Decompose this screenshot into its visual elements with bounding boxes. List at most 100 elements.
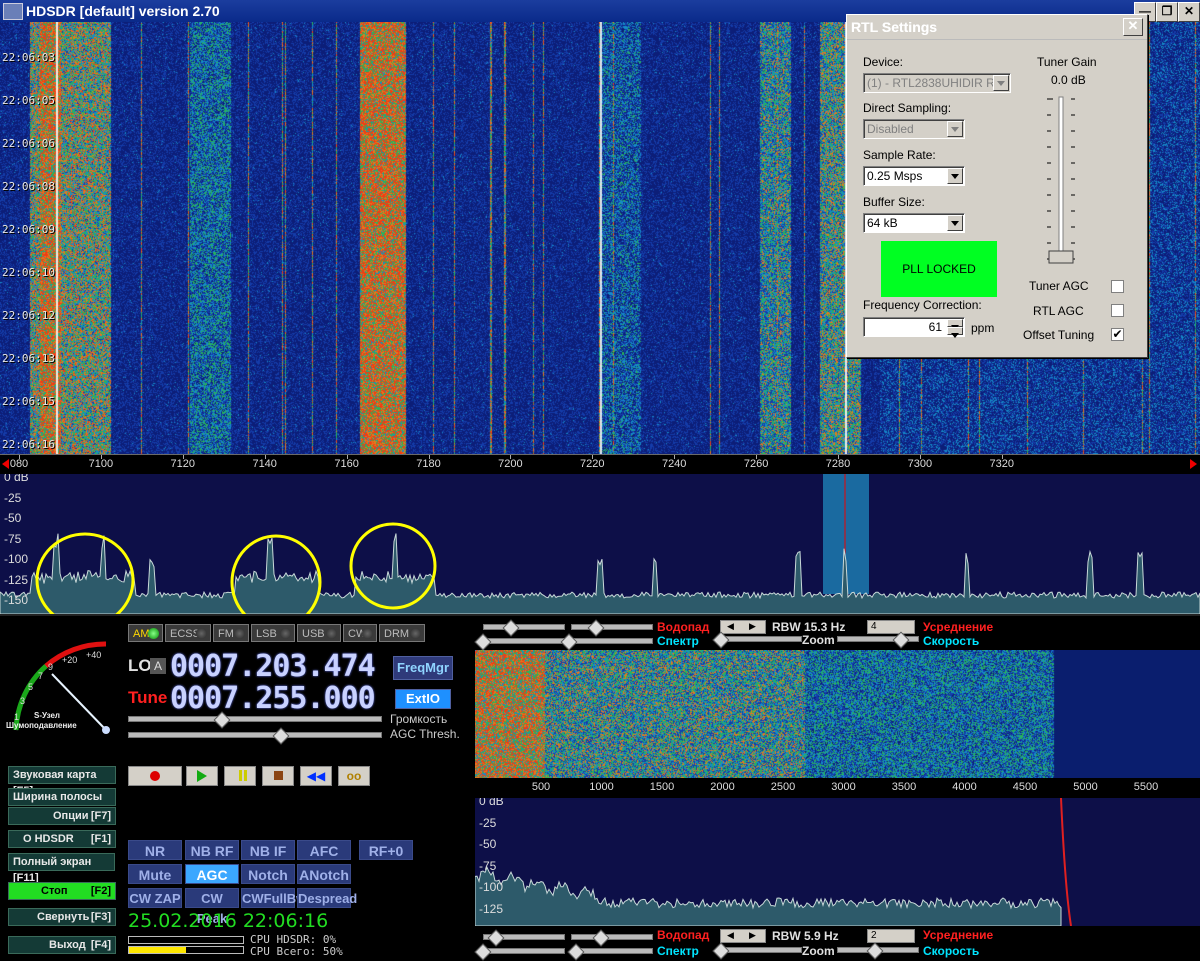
rbw2-right-icon[interactable]: ▶: [749, 930, 756, 941]
spec2-brightness-thumb[interactable]: [567, 943, 585, 961]
af-spectrum[interactable]: 0 dB -25 -50 -75 -100 -125: [475, 798, 1200, 926]
dsp-nr-button[interactable]: NR: [128, 840, 182, 860]
mode-fm-button[interactable]: FM: [213, 624, 249, 642]
zoom-slider-thumb[interactable]: [712, 631, 730, 649]
mode-drm-button[interactable]: DRM: [379, 624, 425, 642]
af-spectrum-plot[interactable]: [475, 798, 1200, 926]
rbw-stepper[interactable]: ◀ ▶: [720, 620, 766, 634]
af-filter-edge[interactable]: [1060, 798, 1072, 926]
sample-rate-select[interactable]: 0.25 Msps: [863, 166, 965, 186]
play-button[interactable]: [186, 766, 218, 786]
mode-lsb-button[interactable]: LSB: [251, 624, 295, 642]
dsp-afc-button[interactable]: AFC: [297, 840, 351, 860]
led-icon: [362, 628, 373, 639]
spin-down-icon[interactable]: [947, 327, 963, 338]
scroll-right-icon[interactable]: [1190, 459, 1197, 469]
extio-button[interactable]: ExtIO: [395, 689, 451, 709]
zoom2-slider[interactable]: [720, 947, 802, 953]
lo-a-badge[interactable]: A: [150, 658, 166, 674]
spec2-contrast-thumb[interactable]: [474, 943, 492, 961]
menu-button[interactable]: О HDSDR [F1]: [8, 830, 116, 848]
mode-usb-button[interactable]: USB: [297, 624, 341, 642]
wf-brightness-slider[interactable]: [571, 624, 653, 630]
close-button[interactable]: ✕: [1178, 2, 1200, 22]
rbw2-stepper[interactable]: ◀ ▶: [720, 929, 766, 943]
dsp-cw-peak-button[interactable]: CW Peak: [185, 888, 239, 926]
rbw-right-icon[interactable]: ▶: [749, 621, 756, 632]
tuner-agc-checkbox[interactable]: [1111, 280, 1124, 293]
menu-button[interactable]: Свернуть [F3]: [8, 908, 116, 926]
freq-correction-input[interactable]: 61: [863, 317, 965, 338]
rtl-close-button[interactable]: ✕: [1123, 18, 1143, 36]
device-select[interactable]: (1) - RTL2838UHIDIR R: [863, 73, 1011, 93]
buffer-size-label: Buffer Size:: [863, 195, 925, 209]
menu-button[interactable]: Выход [F4]: [8, 936, 116, 954]
offset-tuning-checkbox[interactable]: ✔: [1111, 328, 1124, 341]
spec2-contrast-slider[interactable]: [483, 948, 565, 954]
spec-brightness-slider[interactable]: [571, 638, 653, 644]
stop-record-button[interactable]: [262, 766, 294, 786]
wf-contrast-slider[interactable]: [483, 624, 565, 630]
averaging2-select[interactable]: 2: [867, 929, 915, 943]
pause-button[interactable]: [224, 766, 256, 786]
wf2-brightness-slider[interactable]: [571, 934, 653, 940]
wf-brightness-thumb[interactable]: [587, 619, 605, 637]
maximize-button[interactable]: ❐: [1156, 2, 1178, 22]
loop-button[interactable]: oo: [338, 766, 370, 786]
agc-threshold-slider[interactable]: [128, 732, 382, 738]
wf2-brightness-thumb[interactable]: [592, 929, 610, 947]
spectrum-plot[interactable]: [0, 474, 1200, 614]
rewind-button[interactable]: ◀◀: [300, 766, 332, 786]
menu-button[interactable]: Опции [F7]: [8, 807, 116, 825]
dsp-nb-rf-button[interactable]: NB RF: [185, 840, 239, 860]
tuner-gain-thumb[interactable]: [1048, 250, 1074, 264]
record-button[interactable]: [128, 766, 182, 786]
mode-cw-button[interactable]: CW: [343, 624, 377, 642]
wf-contrast-thumb[interactable]: [502, 619, 520, 637]
dsp-notch-button[interactable]: Notch: [241, 864, 295, 884]
rbw2-value: RBW 5.9 Hz: [772, 929, 839, 943]
tune-frequency[interactable]: 0007.255.000: [170, 681, 376, 716]
main-spectrum[interactable]: 0 dB -25 -50 -75 -100 -125 -150: [0, 474, 1200, 616]
spin-up-icon[interactable]: [947, 319, 963, 330]
lo-frequency[interactable]: 0007.203.474: [170, 649, 376, 684]
dsp-despread-button[interactable]: Despread: [297, 888, 357, 908]
dsp-nb-if-button[interactable]: NB IF: [241, 840, 295, 860]
dsp-rf-0-button[interactable]: RF+0: [359, 840, 413, 860]
dsp-anotch-button[interactable]: ANotch: [297, 864, 351, 884]
speed-slider-thumb[interactable]: [892, 631, 910, 649]
rtl-agc-checkbox[interactable]: [1111, 304, 1124, 317]
dsp-cwfullbw-button[interactable]: CWFullBw: [241, 888, 306, 908]
scroll-left-icon[interactable]: [2, 459, 9, 469]
rbw2-left-icon[interactable]: ◀: [727, 930, 734, 941]
direct-sampling-select[interactable]: Disabled: [863, 119, 965, 139]
averaging-select[interactable]: 4: [867, 620, 915, 634]
tuner-gain-slider[interactable]: [1045, 95, 1077, 267]
zoom-slider[interactable]: [720, 636, 802, 642]
dsp-cw-zap-button[interactable]: CW ZAP: [128, 888, 182, 908]
menu-button[interactable]: Ширина полосы [F6]: [8, 788, 116, 819]
volume-slider[interactable]: [128, 716, 382, 722]
averaging2-value: 2: [871, 930, 877, 941]
af-waterfall[interactable]: [475, 650, 1200, 778]
menu-button[interactable]: Стоп [F2]: [8, 882, 116, 900]
menu-button[interactable]: Полный экран [F11]: [8, 853, 115, 884]
frequency-axis[interactable]: 080 7100 7120 7140 7160 7180 7200 7220 7240 7260 7…: [0, 454, 1200, 475]
agc-threshold-thumb[interactable]: [272, 727, 290, 745]
spec-brightness-thumb[interactable]: [560, 633, 578, 651]
mode-ecss-button[interactable]: ECSS: [165, 624, 211, 642]
af-waterfall-canvas[interactable]: [475, 650, 1200, 778]
spec-contrast-slider[interactable]: [483, 638, 565, 644]
wf2-contrast-thumb[interactable]: [487, 929, 505, 947]
dsp-agc-slow-button[interactable]: AGC Slow: [185, 864, 239, 903]
rbw-left-icon[interactable]: ◀: [727, 621, 734, 632]
zoom2-slider-thumb[interactable]: [712, 942, 730, 960]
spec-contrast-thumb[interactable]: [474, 633, 492, 651]
dsp-mute-button[interactable]: Mute: [128, 864, 182, 884]
rtl-dialog-titlebar[interactable]: RTL Settings ✕: [847, 15, 1147, 40]
mode-am-button[interactable]: AM: [128, 624, 163, 642]
menu-button[interactable]: Звуковая карта [F5]: [8, 766, 116, 797]
buffer-size-select[interactable]: 64 kB: [863, 213, 965, 233]
freqmgr-button[interactable]: FreqMgr: [393, 656, 453, 680]
speed2-slider-thumb[interactable]: [866, 942, 884, 960]
